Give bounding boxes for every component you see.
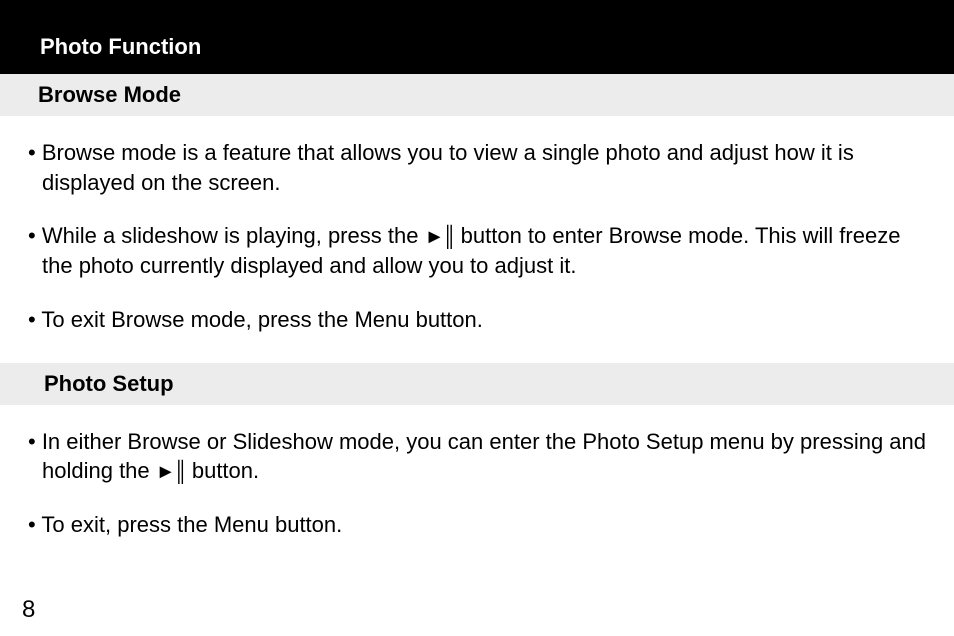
play-pause-icon: ►║	[156, 461, 186, 483]
bullet-text-pre: • Browse mode is a feature that allows y…	[28, 140, 854, 195]
page-title: Photo Function	[40, 34, 201, 59]
bullet-item: • To exit Browse mode, press the Menu bu…	[28, 305, 926, 335]
bullet-text-pre: • While a slideshow is playing, press th…	[28, 223, 425, 248]
page-number: 8	[22, 596, 35, 624]
bullet-item: • To exit, press the Menu button.	[28, 510, 926, 540]
bullet-text-post: button.	[186, 458, 259, 483]
play-pause-icon: ►║	[425, 226, 455, 248]
browse-mode-content: • Browse mode is a feature that allows y…	[0, 116, 954, 363]
section-browse-mode: Browse Mode	[0, 74, 954, 116]
page-header: Photo Function	[0, 0, 954, 74]
section-title: Browse Mode	[38, 82, 181, 107]
bullet-item: • While a slideshow is playing, press th…	[28, 221, 926, 281]
bullet-item: • Browse mode is a feature that allows y…	[28, 138, 926, 197]
bullet-item: • In either Browse or Slideshow mode, yo…	[28, 427, 926, 487]
bullet-text-pre: • To exit Browse mode, press the Menu bu…	[28, 307, 483, 332]
photo-setup-content: • In either Browse or Slideshow mode, yo…	[0, 405, 954, 568]
section-title: Photo Setup	[44, 371, 174, 396]
bullet-text-pre: • To exit, press the Menu button.	[28, 512, 342, 537]
section-photo-setup: Photo Setup	[0, 363, 954, 405]
